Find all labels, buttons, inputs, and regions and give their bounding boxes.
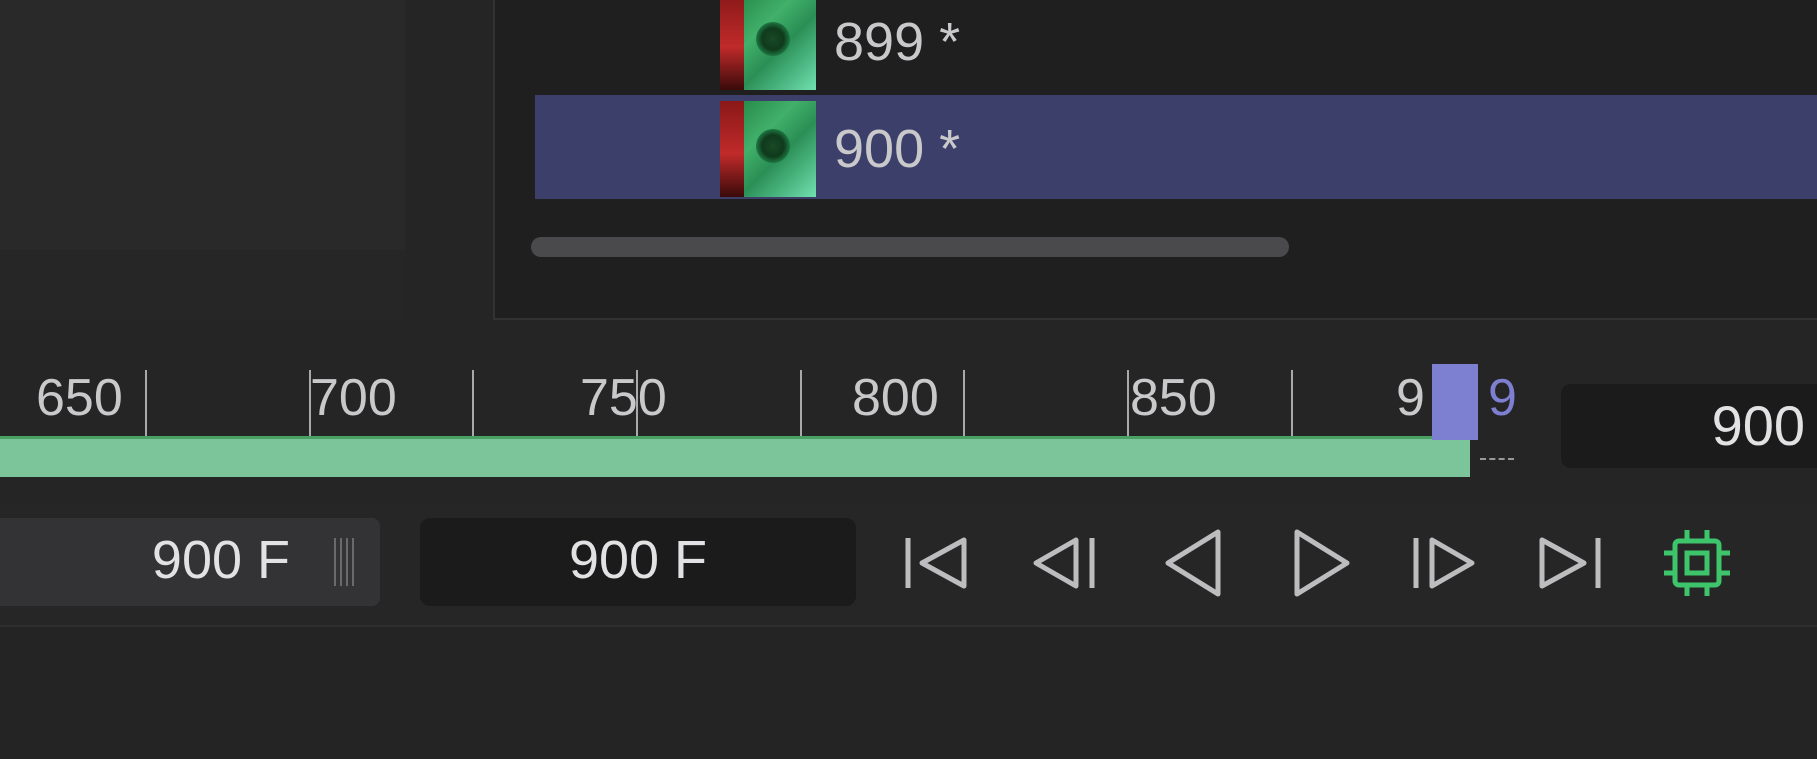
gpu-toggle-button[interactable]: [1652, 520, 1742, 606]
tick-label-650: 650: [36, 369, 123, 427]
skip-to-start-button[interactable]: [890, 520, 980, 606]
left-pane: [0, 0, 405, 320]
start-frame-value: 900 F: [151, 530, 290, 590]
chip-icon: [1664, 530, 1730, 596]
frame-label: 900 *: [834, 119, 961, 179]
frame-label: 899 *: [834, 12, 961, 72]
end-frame-field[interactable]: 900 F: [420, 518, 856, 606]
frame-end-marker: [1480, 458, 1514, 474]
step-back-button[interactable]: [1020, 520, 1110, 606]
frame-thumbnail: [720, 0, 816, 90]
footer-area: [0, 627, 1817, 759]
timeline-progress-track[interactable]: [0, 436, 1470, 477]
frame-row-selected[interactable]: 900 *: [535, 95, 1817, 199]
play-forward-icon: [1294, 529, 1350, 597]
frame-row[interactable]: 899 *: [535, 0, 1817, 92]
horizontal-scrollbar[interactable]: [531, 237, 1289, 257]
play-reverse-button[interactable]: [1150, 520, 1240, 606]
frame-thumbnail: [720, 101, 816, 197]
step-forward-button[interactable]: [1398, 520, 1488, 606]
start-frame-field[interactable]: 900 F: [0, 518, 380, 606]
skip-to-start-icon: [905, 537, 967, 589]
tick-label-900-partial: 9: [1396, 369, 1425, 427]
step-forward-icon: [1413, 537, 1475, 589]
skip-to-end-icon: [1539, 537, 1601, 589]
step-back-icon: [1033, 537, 1095, 589]
drag-grip-icon[interactable]: [334, 538, 356, 586]
frames-panel: 899 * 900 *: [493, 0, 1817, 320]
tick-label-800: 800: [852, 369, 939, 427]
play-forward-button[interactable]: [1275, 520, 1365, 606]
left-pane-content: [0, 0, 405, 250]
tick-label-850: 850: [1130, 369, 1217, 427]
current-frame-value: 900: [1711, 394, 1805, 457]
tick-label-700: 700: [310, 369, 397, 427]
play-reverse-icon: [1165, 529, 1221, 597]
playhead-handle[interactable]: [1432, 364, 1478, 440]
tick-label-750: 750: [580, 369, 667, 427]
skip-to-end-button[interactable]: [1526, 520, 1616, 606]
current-frame-field[interactable]: 900: [1561, 384, 1817, 468]
timeline-ruler[interactable]: 650 700 750 800 850 9 9: [0, 360, 1540, 468]
end-frame-value: 900 F: [568, 530, 708, 590]
tick-label-900-end: 9: [1488, 369, 1517, 427]
